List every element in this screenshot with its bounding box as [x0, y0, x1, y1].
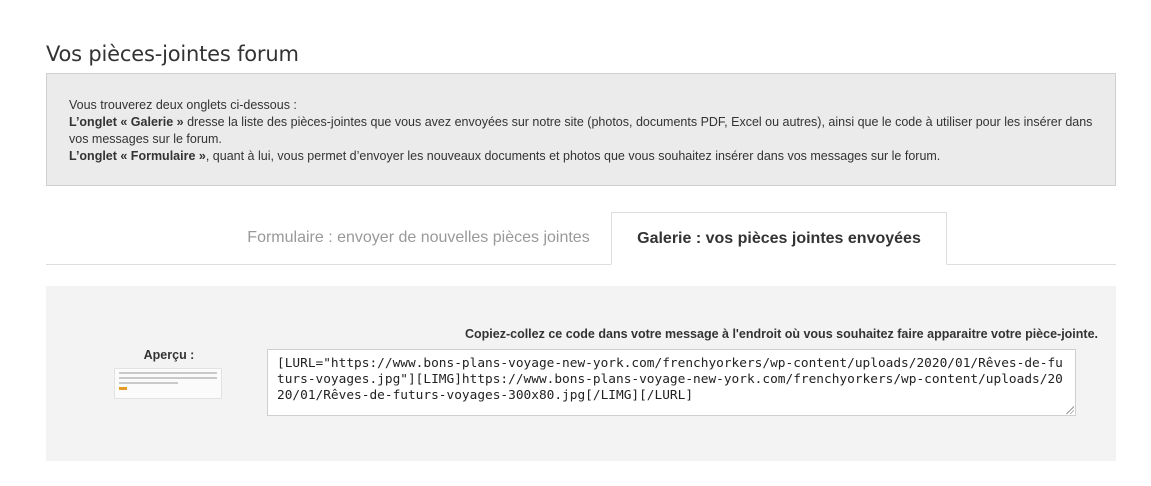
tab-galerie[interactable]: Galerie : vos pièces jointes envoyées [611, 212, 947, 265]
info-box: Vous trouverez deux onglets ci-dessous :… [46, 73, 1116, 186]
page-title: Vos pièces-jointes forum [46, 42, 299, 66]
embed-code-textarea[interactable]: [LURL="https://www.bons-plans-voyage-new… [267, 349, 1076, 416]
thumbnail-line [119, 382, 178, 384]
preview-label: Aperçu : [143, 348, 195, 362]
thumbnail-accent [119, 387, 127, 390]
resize-handle-icon[interactable] [1066, 406, 1074, 414]
info-gallery-strong: L’onglet « Galerie » [69, 115, 184, 129]
tab-formulaire[interactable]: Formulaire : envoyer de nouvelles pièces… [226, 212, 611, 264]
info-form-text: , quant à lui, vous permet d’envoyer les… [205, 149, 941, 163]
info-gallery-text: dresse la liste des pièces-jointes que v… [69, 115, 1093, 146]
copy-instruction: Copiez-collez ce code dans votre message… [464, 327, 1098, 341]
thumbnail-line [119, 377, 217, 379]
tab-bar: Formulaire : envoyer de nouvelles pièces… [46, 212, 1116, 265]
info-form-strong: L’onglet « Formulaire » [69, 149, 206, 163]
attachment-thumbnail[interactable] [114, 368, 222, 399]
info-form: L’onglet « Formulaire », quant à lui, vo… [69, 148, 1093, 165]
gallery-panel: Copiez-collez ce code dans votre message… [46, 286, 1116, 461]
thumbnail-line [119, 372, 217, 374]
info-gallery: L’onglet « Galerie » dresse la liste des… [69, 114, 1093, 148]
info-intro: Vous trouverez deux onglets ci-dessous : [69, 98, 297, 112]
